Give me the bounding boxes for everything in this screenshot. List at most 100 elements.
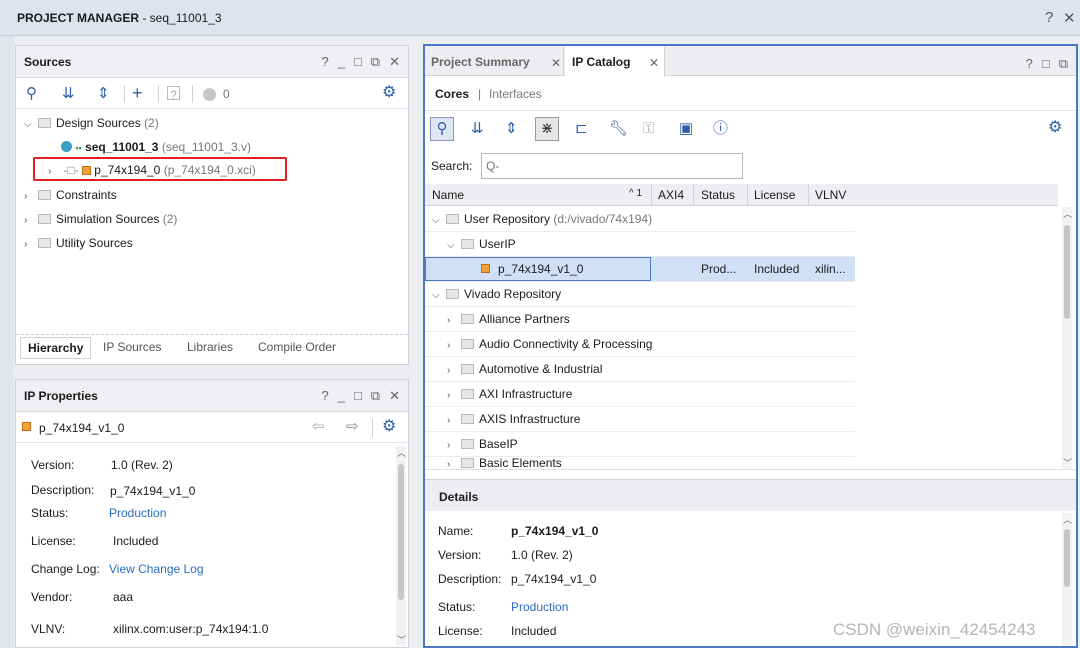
tree-utility-sources[interactable]: › Utility Sources: [24, 232, 133, 254]
chevron-right-icon[interactable]: ›: [447, 359, 459, 383]
scrollbar-thumb[interactable]: [398, 464, 404, 600]
chevron-right-icon[interactable]: ›: [447, 457, 459, 469]
help-icon[interactable]: ?: [321, 54, 328, 70]
help-icon[interactable]: ?: [1045, 9, 1053, 26]
collapse-all-icon[interactable]: ⇊: [471, 121, 484, 137]
row-category[interactable]: › Automotive & Industrial: [425, 357, 855, 382]
close-icon[interactable]: ✕: [649, 56, 659, 70]
chevron-right-icon[interactable]: ›: [24, 210, 36, 232]
tab-ip-catalog[interactable]: IP Catalog ✕: [565, 46, 665, 77]
maximize-icon[interactable]: □: [354, 388, 362, 404]
view-changelog-link[interactable]: View Change Log: [109, 562, 204, 576]
chip-icon[interactable]: ▣: [679, 121, 693, 137]
help-icon[interactable]: ?: [321, 388, 328, 404]
scroll-up-icon[interactable]: ︿: [1063, 207, 1072, 220]
pane-splitter[interactable]: [425, 469, 1076, 479]
unknown-file-icon[interactable]: ?: [167, 86, 180, 102]
chevron-right-icon[interactable]: ›: [447, 434, 459, 458]
tab-interfaces[interactable]: Interfaces: [489, 87, 542, 101]
gear-icon[interactable]: ⚙: [382, 85, 396, 101]
folder-icon: [38, 190, 51, 200]
tree-top-module[interactable]: ▪▪ seq_11001_3 (seq_11001_3.v): [61, 136, 251, 158]
detail-license-value: Included: [511, 624, 557, 638]
scroll-up-icon[interactable]: ︿: [1063, 513, 1072, 526]
col-status[interactable]: Status: [701, 188, 735, 202]
tab-compile-order[interactable]: Compile Order: [258, 340, 336, 354]
chevron-down-icon[interactable]: ⌵: [447, 234, 459, 258]
chevron-right-icon[interactable]: ›: [447, 309, 459, 333]
row-category[interactable]: › Audio Connectivity & Processing: [425, 332, 855, 357]
row-category[interactable]: › Basic Elements: [425, 457, 855, 469]
details-scrollbar[interactable]: ︿: [1062, 513, 1072, 646]
hierarchy-icon[interactable]: ⊏: [575, 121, 588, 137]
chevron-right-icon[interactable]: ›: [24, 186, 36, 208]
add-sources-icon[interactable]: +: [132, 84, 143, 102]
expand-all-icon[interactable]: ⇕: [505, 121, 518, 137]
col-axi4[interactable]: AXI4: [658, 188, 684, 202]
status-value[interactable]: Production: [109, 506, 166, 520]
chevron-right-icon[interactable]: ›: [447, 334, 459, 358]
tree-design-sources[interactable]: ⌵ Design Sources (2): [24, 112, 159, 134]
row-category[interactable]: › Alliance Partners: [425, 307, 855, 332]
chevron-right-icon[interactable]: ›: [447, 409, 459, 433]
row-category[interactable]: › AXI Infrastructure: [425, 382, 855, 407]
catalog-scrollbar[interactable]: ︿ ﹀: [1062, 207, 1072, 469]
detail-status-value[interactable]: Production: [511, 600, 568, 614]
tree-ip-module[interactable]: › -□- p_74x194_0 (p_74x194_0.xci): [48, 159, 256, 181]
col-vlnv[interactable]: VLNV: [815, 188, 846, 202]
chevron-down-icon[interactable]: ⌵: [432, 209, 444, 233]
maximize-icon[interactable]: □: [1042, 56, 1050, 72]
gear-icon[interactable]: ⚙: [1048, 120, 1062, 136]
chevron-right-icon[interactable]: ›: [48, 161, 60, 183]
float-icon[interactable]: ⧉: [371, 54, 380, 70]
scroll-down-icon[interactable]: ﹀: [397, 633, 406, 646]
key-icon[interactable]: ⚿: [643, 121, 654, 137]
row-ip-selected[interactable]: p_74x194_v1_0 Prod... Included xilin...: [425, 257, 855, 282]
float-icon[interactable]: ⧉: [1059, 56, 1068, 72]
row-userip[interactable]: ⌵ UserIP: [425, 232, 855, 257]
back-icon[interactable]: ⇦: [312, 419, 325, 435]
chevron-right-icon[interactable]: ›: [24, 234, 36, 256]
tab-libraries[interactable]: Libraries: [187, 340, 233, 354]
chevron-down-icon[interactable]: ⌵: [24, 114, 36, 136]
scroll-up-icon[interactable]: ︿: [397, 446, 406, 459]
float-icon[interactable]: ⧉: [371, 388, 380, 404]
scrollbar-thumb[interactable]: [1064, 225, 1070, 319]
chevron-right-icon[interactable]: ›: [447, 384, 459, 408]
search-icon[interactable]: ⚲: [26, 86, 37, 102]
row-user-repository[interactable]: ⌵ User Repository (d:/vivado/74x194): [425, 207, 855, 232]
close-icon[interactable]: ✕: [1063, 9, 1076, 27]
tree-simulation-sources[interactable]: › Simulation Sources (2): [24, 208, 177, 230]
minimize-icon[interactable]: _: [338, 54, 345, 70]
expand-all-icon[interactable]: ⇕: [97, 86, 110, 102]
filter-icon[interactable]: ⋇: [535, 117, 559, 141]
minimize-icon[interactable]: _: [338, 388, 345, 404]
scrollbar-thumb[interactable]: [1064, 529, 1070, 587]
gear-icon[interactable]: ⚙: [382, 419, 396, 435]
forward-icon[interactable]: ⇨: [346, 419, 359, 435]
search-icon[interactable]: ⚲: [430, 117, 454, 141]
help-icon[interactable]: ?: [1026, 56, 1033, 72]
tab-project-summary[interactable]: Project Summary ✕: [425, 46, 564, 76]
search-input[interactable]: [481, 153, 743, 179]
scroll-down-icon[interactable]: ﹀: [1063, 456, 1072, 469]
close-icon[interactable]: ✕: [551, 56, 561, 70]
close-icon[interactable]: ✕: [389, 54, 400, 70]
tree-constraints[interactable]: › Constraints: [24, 184, 117, 206]
chevron-down-icon[interactable]: ⌵: [432, 284, 444, 308]
folder-icon: [461, 439, 474, 449]
tab-ip-sources[interactable]: IP Sources: [103, 340, 161, 354]
tab-cores[interactable]: Cores: [435, 87, 469, 101]
wrench-icon[interactable]: 🔧︎: [609, 121, 628, 137]
info-icon[interactable]: ⓘ: [713, 121, 728, 137]
row-category[interactable]: › AXIS Infrastructure: [425, 407, 855, 432]
maximize-icon[interactable]: □: [354, 54, 362, 70]
row-vivado-repository[interactable]: ⌵ Vivado Repository: [425, 282, 855, 307]
col-name[interactable]: Name: [432, 188, 464, 202]
row-category[interactable]: › BaseIP: [425, 432, 855, 457]
close-icon[interactable]: ✕: [389, 388, 400, 404]
tab-hierarchy[interactable]: Hierarchy: [20, 337, 92, 359]
ip-properties-scrollbar[interactable]: ︿ ﹀: [396, 446, 406, 646]
collapse-all-icon[interactable]: ⇊: [62, 86, 75, 102]
col-license[interactable]: License: [754, 188, 795, 202]
